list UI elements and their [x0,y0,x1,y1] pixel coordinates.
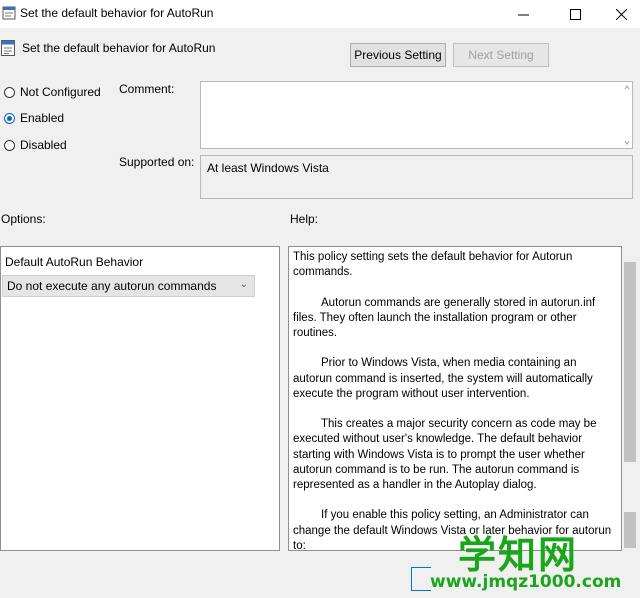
title-bar: Set the default behavior for AutoRun [0,0,640,28]
help-text: This policy setting sets the default beh… [293,250,615,550]
supported-on-label: Supported on: [119,155,195,169]
help-label: Help: [290,212,319,226]
radio-label: Not Configured [20,85,101,99]
next-setting-button[interactable]: Next Setting [453,43,549,67]
options-pane: Default AutoRun Behavior Do not execute … [0,246,280,551]
supported-on-field: At least Windows Vista [200,155,633,199]
autorun-behavior-dropdown[interactable]: Do not execute any autorun commands ⌄ [2,275,255,297]
help-paragraph: This creates a major security concern as… [293,418,597,491]
watermark-logo: 学知网 [458,533,579,577]
help-paragraph: Prior to Windows Vista, when media conta… [293,357,593,400]
comment-label: Comment: [119,82,175,96]
maximize-icon [569,8,581,20]
dropdown-value: Do not execute any autorun commands [7,279,217,293]
watermark-url: www.jmqz1000.com [430,572,622,592]
help-paragraph: This policy setting sets the default beh… [293,251,573,279]
options-label: Options: [1,212,46,226]
minimize-button[interactable] [500,0,546,28]
policy-setting-icon [1,40,15,56]
supported-on-value: At least Windows Vista [207,161,329,175]
policy-name: Set the default behavior for AutoRun [22,41,216,55]
option-title: Default AutoRun Behavior [5,255,144,269]
help-paragraph: Autorun commands are generally stored in… [293,296,596,339]
radio-circle-selected [4,112,15,124]
radio-circle [4,86,15,98]
help-scrollbar-thumb-lower[interactable] [624,512,636,548]
comment-textarea[interactable] [200,81,633,149]
radio-label: Enabled [20,111,65,125]
chevron-down-icon: ⌄ [239,279,248,290]
help-scrollbar-thumb[interactable] [624,262,636,462]
minimize-icon [517,14,529,15]
comment-scrollbar[interactable] [622,82,632,148]
radio-circle [4,139,15,151]
close-icon [615,8,627,20]
close-button[interactable] [598,0,640,28]
ok-button[interactable] [411,567,431,591]
radio-enabled[interactable]: Enabled [4,111,64,125]
maximize-button[interactable] [552,0,598,28]
policy-document-icon [2,6,16,20]
window-title: Set the default behavior for AutoRun [20,6,214,20]
radio-disabled[interactable]: Disabled [4,138,67,152]
radio-label: Disabled [20,138,67,152]
previous-setting-button[interactable]: Previous Setting [350,43,446,67]
help-pane: This policy setting sets the default beh… [288,246,622,551]
radio-not-configured[interactable]: Not Configured [4,85,101,99]
